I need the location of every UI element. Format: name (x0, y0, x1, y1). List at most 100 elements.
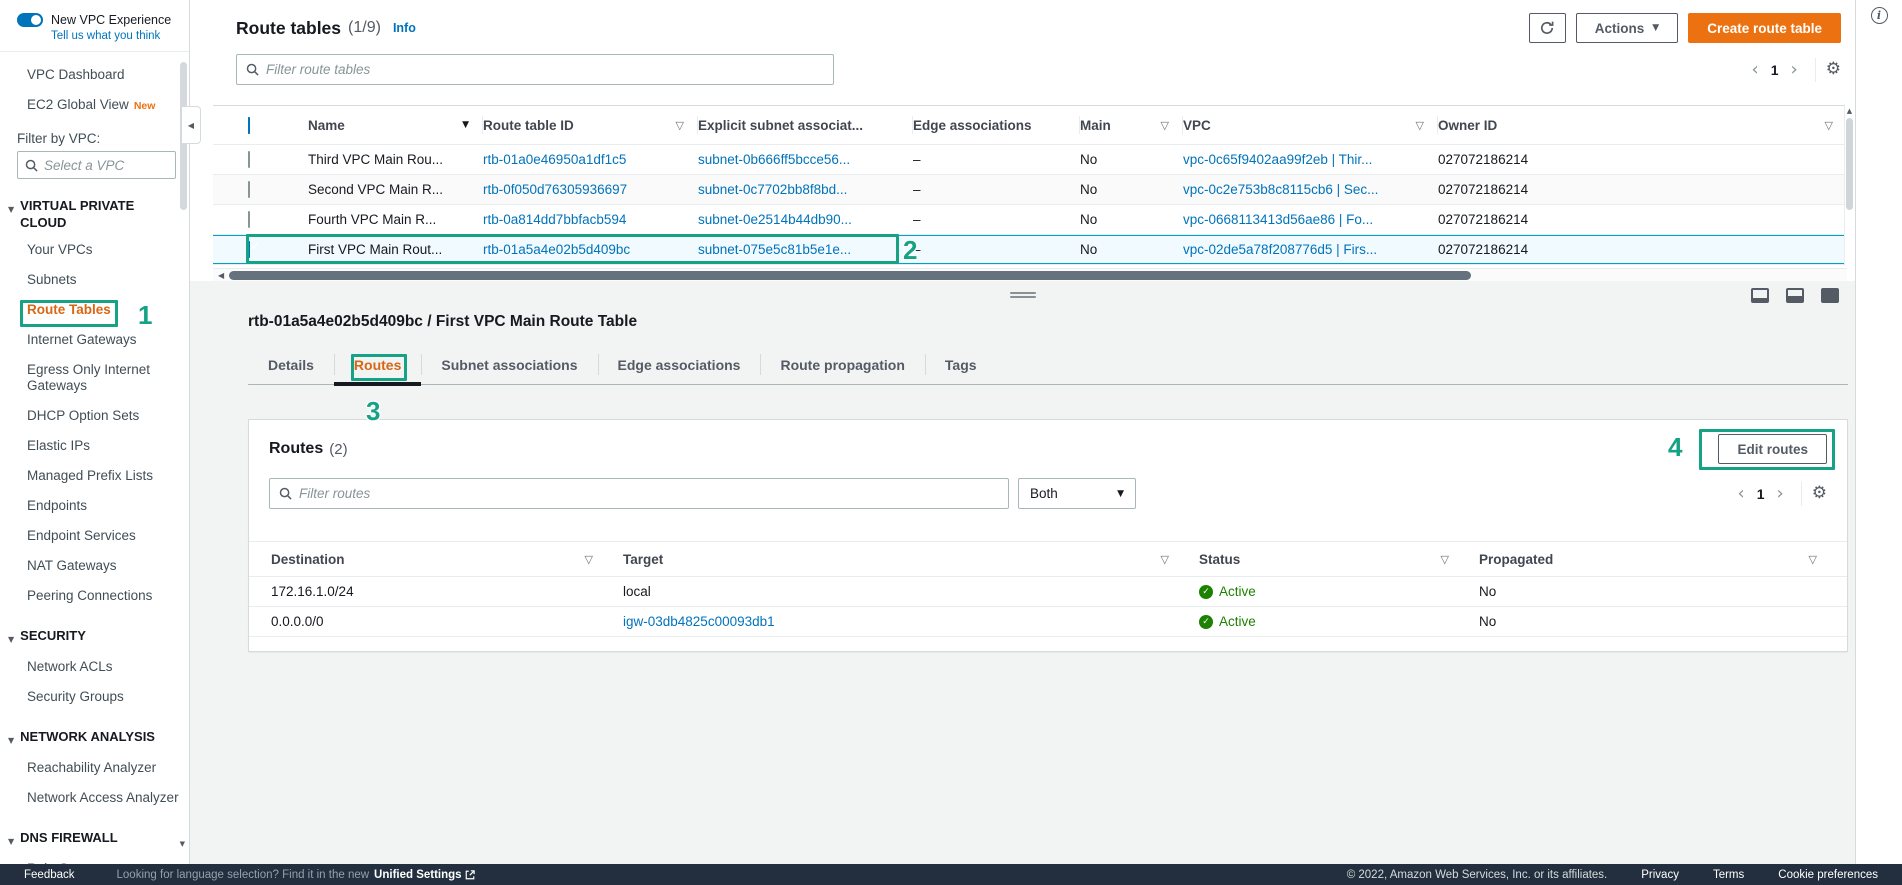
tab-subnet-associations[interactable]: Subnet associations (421, 345, 597, 384)
sidebar-item-peering-connections[interactable]: Peering Connections (0, 581, 189, 611)
gear-icon[interactable]: ⚙ (1826, 61, 1841, 78)
vpc-link[interactable]: vpc-0c65f9402aa99f2eb | Thir... (1183, 152, 1438, 167)
vpc-link[interactable]: vpc-02de5a78f208776d5 | Firs... (1183, 242, 1438, 257)
scroll-left-icon[interactable]: ◀ (213, 271, 229, 280)
cookie-preferences-link[interactable]: Cookie preferences (1778, 869, 1878, 881)
section-virtual-private-cloud[interactable]: ▼ VIRTUAL PRIVATE CLOUD (0, 181, 189, 235)
vpc-link[interactable]: vpc-0c2e753b8c8115cb6 | Sec... (1183, 182, 1438, 197)
table-row[interactable]: Fourth VPC Main R... rtb-0a814dd7bbfacb5… (213, 205, 1847, 235)
table-horizontal-scrollbar[interactable]: ◀ (213, 268, 1847, 281)
panel-layout-full-icon[interactable] (1821, 288, 1839, 303)
next-page-icon[interactable]: › (1784, 59, 1805, 80)
sidebar-item-ec2-global-view[interactable]: EC2 Global View New (0, 90, 189, 121)
tab-route-propagation[interactable]: Route propagation (760, 345, 924, 384)
filter-icon[interactable]: ▽ (1809, 553, 1817, 566)
terms-link[interactable]: Terms (1713, 869, 1744, 881)
table-row[interactable]: Third VPC Main Rou... rtb-01a0e46950a1df… (213, 145, 1847, 175)
filter-routes-input[interactable] (299, 486, 999, 501)
page-number[interactable]: 1 (1766, 62, 1784, 78)
sidebar-item-nat-gateways[interactable]: NAT Gateways (0, 551, 189, 581)
section-security[interactable]: ▼ SECURITY (0, 611, 189, 652)
table-row-selected[interactable]: First VPC Main Rout... rtb-01a5a4e02b5d4… (213, 235, 1847, 265)
filter-routes-search[interactable] (269, 478, 1009, 509)
refresh-button[interactable] (1528, 13, 1566, 43)
new-vpc-experience-toggle[interactable] (17, 13, 43, 27)
panel-layout-bottom-icon[interactable] (1751, 288, 1769, 303)
sort-desc-icon[interactable]: ▼ (462, 120, 469, 130)
vpc-filter-search[interactable] (17, 151, 176, 179)
route-row[interactable]: 0.0.0.0/0 igw-03db4825c00093db1 ✓ Active… (249, 607, 1847, 637)
gear-icon[interactable]: ⚙ (1812, 485, 1827, 502)
unified-settings-link[interactable]: Unified Settings (374, 869, 475, 881)
filter-icon[interactable]: ▽ (585, 553, 593, 566)
sidebar-item-elastic-ips[interactable]: Elastic IPs (0, 431, 189, 461)
horizontal-scroll-thumb[interactable] (229, 270, 1471, 280)
sidebar-item-egress-only-internet-gateways[interactable]: Egress Only Internet Gateways (0, 355, 170, 401)
filter-icon[interactable]: ▽ (676, 119, 684, 132)
subnet-link[interactable]: subnet-0c7702bb8f8bd... (698, 182, 913, 197)
sidebar-item-subnets[interactable]: Subnets (0, 265, 189, 295)
route-table-id-link[interactable]: rtb-01a5a4e02b5d409bc (483, 242, 698, 257)
section-dns-firewall[interactable]: ▼ DNS FIREWALL (0, 813, 189, 854)
next-page-icon[interactable]: › (1770, 483, 1791, 504)
route-table-id-link[interactable]: rtb-0a814dd7bbfacb594 (483, 212, 698, 227)
table-vertical-scrollbar[interactable]: ▲ (1844, 104, 1854, 266)
sidebar-item-network-access-analyzer[interactable]: Network Access Analyzer (0, 783, 189, 813)
sidebar-item-route-tables[interactable]: Route Tables (0, 295, 189, 325)
sidebar-item-your-vpcs[interactable]: Your VPCs (0, 235, 189, 265)
row-checkbox[interactable] (248, 151, 250, 168)
route-row[interactable]: 172.16.1.0/24 local ✓ Active No (249, 577, 1847, 607)
privacy-link[interactable]: Privacy (1641, 869, 1679, 881)
route-scope-dropdown[interactable]: Both ▼ (1018, 478, 1136, 509)
panel-resize-handle[interactable] (1008, 290, 1038, 300)
sidebar-item-endpoint-services[interactable]: Endpoint Services (0, 521, 189, 551)
panel-layout-split-icon[interactable] (1786, 288, 1804, 303)
section-network-analysis[interactable]: ▼ NETWORK ANALYSIS (0, 712, 189, 753)
filter-icon[interactable]: ▽ (1416, 119, 1424, 132)
vpc-filter-input[interactable] (44, 157, 154, 173)
filter-icon[interactable]: ▽ (1161, 119, 1169, 132)
vpc-link[interactable]: vpc-0668113413d56ae86 | Fo... (1183, 212, 1438, 227)
create-route-table-button[interactable]: Create route table (1688, 13, 1841, 43)
sidebar-item-internet-gateways[interactable]: Internet Gateways (0, 325, 189, 355)
tab-tags[interactable]: Tags (924, 345, 997, 384)
actions-button[interactable]: Actions ▼ (1575, 13, 1679, 43)
sidebar-collapse-tab[interactable]: ◀ (182, 106, 201, 144)
sidebar-item-endpoints[interactable]: Endpoints (0, 491, 189, 521)
row-checkbox[interactable] (248, 181, 250, 198)
tab-edge-associations[interactable]: Edge associations (597, 345, 761, 384)
tab-details[interactable]: Details (248, 345, 334, 384)
edit-routes-button[interactable]: Edit routes (1718, 434, 1827, 464)
select-all-checkbox[interactable] (248, 116, 250, 134)
row-checkbox[interactable] (248, 211, 250, 228)
route-table-id-link[interactable]: rtb-0f050d76305936697 (483, 182, 698, 197)
igw-link[interactable]: igw-03db4825c00093db1 (623, 614, 1199, 629)
page-number[interactable]: 1 (1752, 486, 1770, 502)
sidebar-item-reachability-analyzer[interactable]: Reachability Analyzer (0, 753, 189, 783)
sidebar-item-rule-groups[interactable]: Rule GroupsNew (0, 854, 189, 864)
tell-us-link[interactable]: Tell us what you think (0, 27, 189, 51)
subnet-link[interactable]: subnet-075e5c81b5e1e... (698, 242, 913, 257)
sidebar-item-dhcp-option-sets[interactable]: DHCP Option Sets (0, 401, 189, 431)
prev-page-icon[interactable]: ‹ (1731, 483, 1752, 504)
filter-icon[interactable]: ▽ (1825, 119, 1833, 132)
filter-route-tables-search[interactable] (236, 54, 834, 85)
table-row[interactable]: Second VPC Main R... rtb-0f050d763059366… (213, 175, 1847, 205)
route-table-id-link[interactable]: rtb-01a0e46950a1df1c5 (483, 152, 698, 167)
subnet-link[interactable]: subnet-0b666ff5bcce56... (698, 152, 913, 167)
tab-routes[interactable]: Routes (333, 345, 422, 386)
scroll-down-icon[interactable]: ▼ (180, 840, 185, 848)
info-icon[interactable]: i (1870, 7, 1888, 24)
feedback-link[interactable]: Feedback (24, 869, 75, 881)
row-checkbox-checked[interactable] (248, 241, 250, 258)
prev-page-icon[interactable]: ‹ (1745, 59, 1766, 80)
subnet-link[interactable]: subnet-0e2514b44db90... (698, 212, 913, 227)
filter-icon[interactable]: ▽ (1441, 553, 1449, 566)
sidebar-item-vpc-dashboard[interactable]: VPC Dashboard (0, 60, 189, 90)
sidebar-item-network-acls[interactable]: Network ACLs (0, 652, 189, 682)
sidebar-scrollbar[interactable] (180, 62, 187, 832)
info-link[interactable]: Info (393, 21, 416, 35)
filter-icon[interactable]: ▽ (1161, 553, 1169, 566)
sidebar-item-managed-prefix-lists[interactable]: Managed Prefix Lists (0, 461, 189, 491)
sidebar-item-security-groups[interactable]: Security Groups (0, 682, 189, 712)
